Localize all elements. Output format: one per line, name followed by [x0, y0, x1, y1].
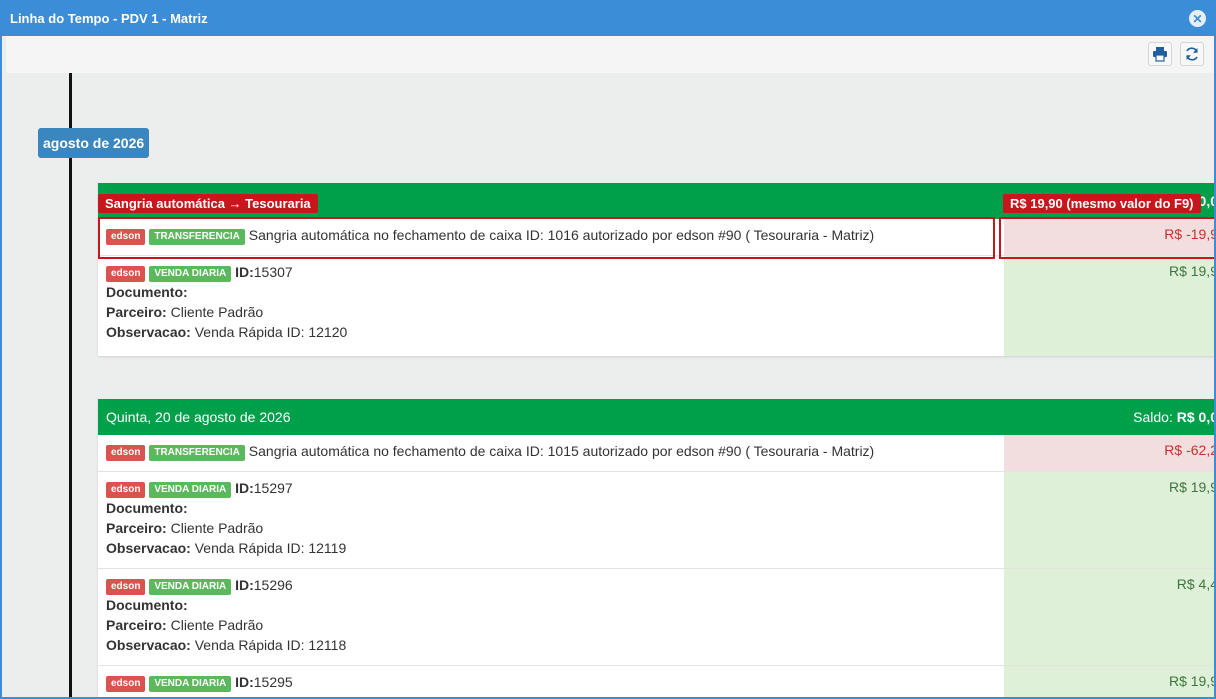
timeline-entry[interactable]: edson TRANSFERENCIA Sangria automática n… [98, 435, 1214, 472]
timeline-entry[interactable]: edson VENDA DIARIA ID:15295 R$ 19,9 [98, 666, 1214, 697]
id-label: ID: [235, 480, 254, 496]
observacao-value: Venda Rápida ID: 12118 [194, 637, 347, 653]
entry-id: 15296 [253, 577, 293, 593]
user-badge: edson [106, 482, 146, 498]
day-date: Quinta, 20 de agosto de 2026 [106, 409, 291, 425]
day-saldo-value: R$ 0,0 [1176, 409, 1216, 425]
id-label: ID: [235, 674, 254, 690]
refresh-button[interactable] [1180, 42, 1204, 66]
entry-description: Sangria automática no fechamento de caix… [248, 443, 875, 459]
type-badge: TRANSFERENCIA [149, 445, 245, 461]
print-button[interactable] [1148, 42, 1172, 66]
dialog-title: Linha do Tempo - PDV 1 - Matriz [10, 11, 208, 26]
id-label: ID: [235, 264, 254, 280]
entry-amount: R$ 19,9 [1004, 256, 1214, 356]
annotation-right: R$ 19,90 (mesmo valor do F9) [1003, 194, 1201, 213]
user-badge: edson [106, 579, 146, 595]
parceiro-value: Cliente Padrão [170, 617, 264, 633]
entry-amount: R$ 19,9 [1004, 666, 1214, 697]
id-label: ID: [235, 577, 254, 593]
day-saldo-value: 0,0 [1198, 193, 1214, 209]
type-badge: VENDA DIARIA [149, 266, 232, 282]
entry-amount: R$ -62,2 [1004, 435, 1214, 471]
parceiro-label: Parceiro: [106, 304, 167, 320]
observacao-value: Venda Rápida ID: 12119 [194, 540, 347, 556]
month-label: agosto de 2026 [38, 128, 150, 158]
type-badge: VENDA DIARIA [149, 676, 232, 692]
entry-id: 15307 [253, 264, 293, 280]
dialog-titlebar: Linha do Tempo - PDV 1 - Matriz ✕ [2, 2, 1214, 36]
documento-label: Documento: [106, 500, 188, 516]
observacao-label: Observacao: [106, 324, 191, 340]
timeline-entry[interactable]: edson VENDA DIARIA ID:15297 Documento: P… [98, 472, 1214, 569]
user-badge: edson [106, 676, 146, 692]
close-icon[interactable]: ✕ [1189, 10, 1206, 27]
parceiro-value: Cliente Padrão [170, 304, 264, 320]
parceiro-label: Parceiro: [106, 520, 167, 536]
highlight-box-amount [999, 217, 1214, 259]
refresh-icon [1186, 47, 1198, 61]
documento-label: Documento: [106, 284, 188, 300]
timeline-line [69, 73, 72, 697]
day-card: Quinta, 20 de agosto de 2026 Saldo: R$ 0… [98, 399, 1216, 697]
type-badge: VENDA DIARIA [149, 579, 232, 595]
timeline-entry[interactable]: edson VENDA DIARIA ID:15307 Documento: P… [98, 256, 1214, 356]
user-badge: edson [106, 445, 146, 461]
observacao-value: Venda Rápida ID: 12120 [194, 324, 348, 340]
timeline-dialog: Linha do Tempo - PDV 1 - Matriz ✕ agosto… [0, 0, 1216, 699]
documento-label: Documento: [106, 597, 188, 613]
entry-amount: R$ 4,4 [1004, 569, 1214, 665]
user-badge: edson [106, 266, 146, 282]
printer-icon [1153, 47, 1167, 62]
toolbar [6, 36, 1214, 73]
entry-id: 15297 [253, 480, 293, 496]
parceiro-value: Cliente Padrão [170, 520, 264, 536]
highlight-box-description [98, 217, 995, 259]
observacao-label: Observacao: [106, 637, 191, 653]
parceiro-label: Parceiro: [106, 617, 167, 633]
day-header: Quinta, 20 de agosto de 2026 Saldo: R$ 0… [98, 399, 1216, 435]
type-badge: VENDA DIARIA [149, 482, 232, 498]
entry-id: 15295 [253, 674, 293, 690]
timeline-entry[interactable]: edson VENDA DIARIA ID:15296 Documento: P… [98, 569, 1214, 666]
day-saldo-label: Saldo: [1133, 409, 1173, 425]
annotation-left: Sangria automática → Tesouraria [98, 194, 318, 213]
day-saldo: Saldo: R$ 0,0 [1133, 409, 1216, 425]
entry-amount: R$ 19,9 [1004, 472, 1214, 568]
observacao-label: Observacao: [106, 540, 191, 556]
